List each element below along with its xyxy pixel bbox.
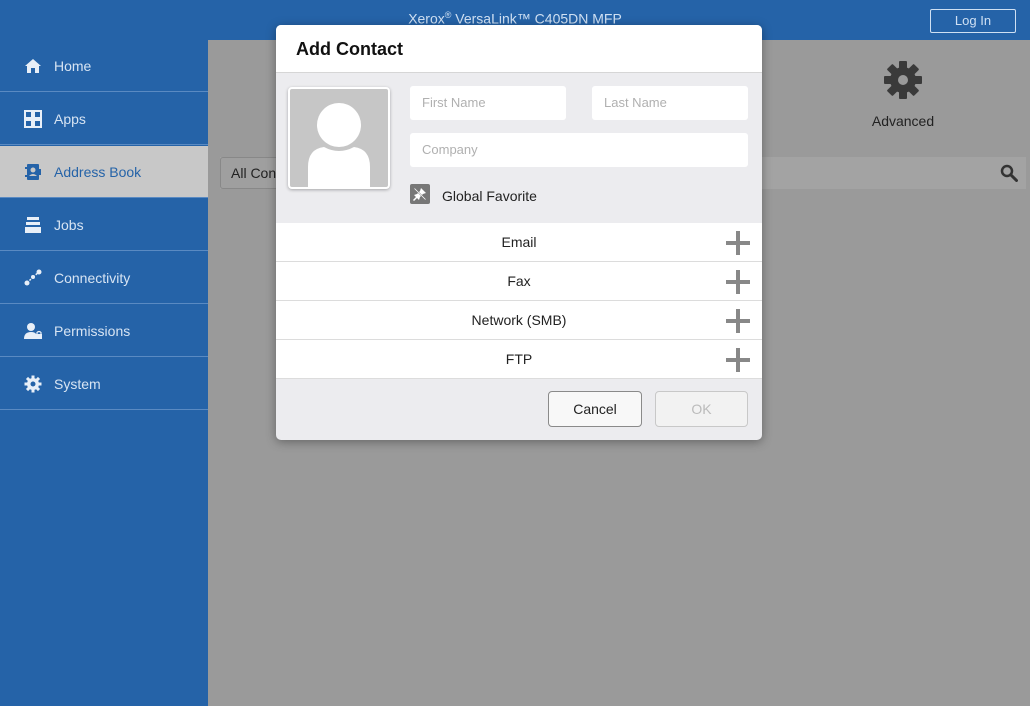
sidebar-item-label: Home [54, 57, 92, 74]
plus-icon[interactable] [726, 309, 750, 333]
gear-icon [24, 375, 42, 393]
sidebar-item-label: Address Book [54, 163, 142, 180]
connectivity-icon [24, 269, 42, 287]
advanced-button[interactable]: Advanced [848, 60, 958, 129]
row-label: FTP [505, 351, 533, 367]
plus-icon[interactable] [726, 348, 750, 372]
company-field[interactable]: Company [410, 133, 748, 167]
permissions-icon [24, 322, 42, 340]
sidebar-item-apps[interactable]: Apps [0, 93, 208, 145]
sidebar-item-label: Permissions [54, 322, 131, 339]
dialog-title: Add Contact [296, 39, 403, 59]
contacts-filter-select[interactable]: All Contacts [220, 157, 280, 189]
plus-icon[interactable] [726, 231, 750, 255]
add-ftp-row[interactable]: FTP [276, 340, 762, 379]
add-email-row[interactable]: Email [276, 223, 762, 262]
sidebar-item-connectivity[interactable]: Connectivity [0, 252, 208, 304]
app-window: Xerox® VersaLink™ C405DN MFP Log In Home… [0, 0, 1030, 706]
advanced-label: Advanced [871, 113, 935, 129]
sidebar-item-system[interactable]: System [0, 358, 208, 410]
row-label: Network (SMB) [471, 312, 567, 328]
address-book-icon [24, 163, 42, 181]
pin-icon [410, 187, 430, 208]
sidebar-item-label: Jobs [54, 216, 84, 233]
sidebar-item-label: Apps [54, 110, 86, 127]
add-fax-row[interactable]: Fax [276, 262, 762, 301]
ok-button[interactable]: OK [655, 391, 748, 427]
jobs-icon [24, 216, 42, 234]
search-icon[interactable] [1000, 164, 1018, 182]
sidebar-item-home[interactable]: Home [0, 40, 208, 92]
apps-grid-icon [24, 109, 42, 128]
row-label: Fax [507, 273, 531, 289]
contact-avatar[interactable] [288, 87, 390, 189]
plus-icon[interactable] [726, 270, 750, 294]
gear-icon [883, 61, 923, 104]
dialog-header: Add Contact [276, 25, 762, 73]
sidebar-nav: Home Apps Address Book Jobs Connectivity [0, 40, 208, 706]
sidebar-item-address-book[interactable]: Address Book [0, 146, 208, 198]
sidebar-item-jobs[interactable]: Jobs [0, 199, 208, 251]
sidebar-item-label: System [54, 375, 101, 392]
row-label: Email [501, 234, 537, 250]
add-network-smb-row[interactable]: Network (SMB) [276, 301, 762, 340]
home-icon [24, 57, 42, 75]
global-favorite-label: Global Favorite [442, 188, 537, 204]
sidebar-item-permissions[interactable]: Permissions [0, 305, 208, 357]
add-contact-dialog: Add Contact First Name Last Name Company… [276, 25, 762, 440]
login-button[interactable]: Log In [930, 9, 1016, 33]
sidebar-item-label: Connectivity [54, 269, 131, 286]
cancel-button[interactable]: Cancel [548, 391, 642, 427]
first-name-field[interactable]: First Name [410, 86, 566, 120]
global-favorite-toggle[interactable] [410, 184, 430, 204]
last-name-field[interactable]: Last Name [592, 86, 748, 120]
